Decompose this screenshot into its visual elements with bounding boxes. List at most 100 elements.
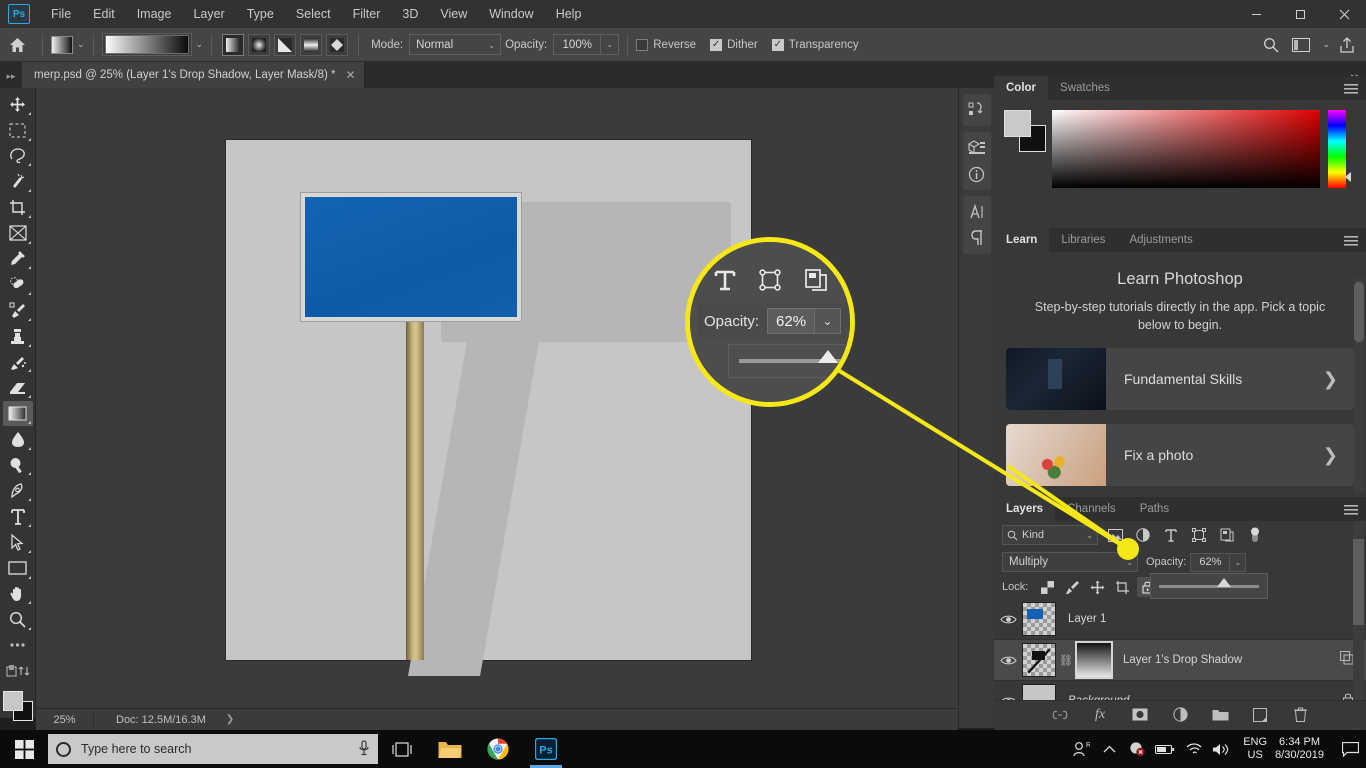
lock-transparent-pixels-icon[interactable]	[1037, 577, 1057, 597]
lock-position-icon[interactable]	[1087, 577, 1107, 597]
info-icon[interactable]	[964, 161, 990, 187]
layer-opacity-slider-popup[interactable]	[1150, 573, 1268, 599]
panel-menu-icon[interactable]	[1344, 503, 1358, 521]
share-icon[interactable]	[1334, 32, 1360, 58]
lasso-tool[interactable]	[3, 144, 33, 169]
tab-channels[interactable]: Channels	[1055, 497, 1128, 521]
menu-3d[interactable]: 3D	[391, 2, 429, 26]
learn-card-fix-a-photo[interactable]: Fix a photo ❯	[1006, 424, 1354, 486]
chevron-down-icon[interactable]: ⌄	[1322, 39, 1330, 50]
chevron-down-icon[interactable]: ⌄	[196, 39, 204, 50]
opacity-slider-knob[interactable]	[1217, 577, 1231, 587]
windows-start-icon[interactable]	[0, 730, 48, 768]
new-adjustment-layer-icon[interactable]	[1170, 705, 1190, 725]
menu-select[interactable]: Select	[285, 2, 342, 26]
opacity-chevron-down-icon[interactable]: ⌄	[601, 34, 620, 55]
layer-style-fx-icon[interactable]: fx	[1090, 705, 1110, 725]
opacity-slider-track[interactable]	[1159, 577, 1259, 588]
gradient-tool[interactable]	[2, 401, 33, 426]
healing-brush-tool[interactable]	[3, 272, 33, 297]
tab-adjustments[interactable]: Adjustments	[1117, 228, 1205, 252]
dodge-tool[interactable]	[3, 453, 33, 478]
search-icon[interactable]	[1258, 32, 1284, 58]
chevron-down-icon[interactable]: ⌄	[77, 39, 85, 50]
clone-stamp-tool[interactable]	[3, 324, 33, 349]
menu-help[interactable]: Help	[545, 2, 593, 26]
menu-view[interactable]: View	[429, 2, 478, 26]
panel-menu-icon[interactable]	[1344, 82, 1358, 100]
new-layer-icon[interactable]	[1250, 705, 1270, 725]
eye-icon[interactable]	[994, 655, 1022, 666]
menu-type[interactable]: Type	[236, 2, 285, 26]
people-icon[interactable]: R	[1067, 730, 1095, 768]
table-row[interactable]: ⛓ Layer 1's Drop Shadow	[994, 640, 1366, 681]
dropbox-icon[interactable]	[1123, 730, 1151, 768]
status-chevron-icon[interactable]: ❯	[226, 714, 234, 725]
lock-image-pixels-icon[interactable]	[1062, 577, 1082, 597]
microphone-icon[interactable]	[358, 739, 370, 759]
layer-thumbnail[interactable]	[1022, 643, 1056, 677]
home-icon[interactable]	[0, 37, 34, 53]
delete-layer-icon[interactable]	[1290, 705, 1310, 725]
artboard[interactable]	[226, 140, 751, 676]
history-icon[interactable]	[964, 97, 990, 123]
hand-tool[interactable]	[3, 582, 33, 607]
hue-slider[interactable]	[1328, 110, 1351, 188]
foreground-color-swatch[interactable]	[1004, 110, 1031, 137]
learn-card-fundamental-skills[interactable]: Fundamental Skills ❯	[1006, 348, 1354, 410]
tab-paths[interactable]: Paths	[1127, 497, 1182, 521]
layer-kind-filter[interactable]: Kind ⌄	[1002, 525, 1098, 545]
paragraph-icon[interactable]	[964, 225, 990, 251]
filter-toggle-icon[interactable]	[1244, 525, 1266, 545]
blend-mode-select[interactable]: Normal ⌄	[409, 34, 502, 55]
pen-tool[interactable]	[3, 478, 33, 503]
eye-icon[interactable]	[994, 614, 1022, 625]
photoshop-icon[interactable]: Ps	[522, 730, 570, 768]
eyedropper-tool[interactable]	[3, 247, 33, 272]
learn-scrollbar-thumb[interactable]	[1354, 282, 1364, 342]
angle-gradient-icon[interactable]	[274, 33, 297, 56]
link-icon[interactable]: ⛓	[1059, 654, 1073, 667]
crop-tool[interactable]	[3, 195, 33, 220]
path-selection-tool[interactable]	[3, 530, 33, 555]
menu-window[interactable]: Window	[478, 2, 544, 26]
lock-artboard-icon[interactable]	[1112, 577, 1132, 597]
linear-gradient-icon[interactable]	[222, 33, 245, 56]
radial-gradient-icon[interactable]	[248, 33, 271, 56]
dither-checkbox[interactable]: Dither	[710, 38, 758, 51]
gradient-swatch[interactable]	[51, 35, 73, 54]
properties-icon[interactable]	[964, 135, 990, 161]
layer-opacity-value[interactable]: 62%	[1190, 552, 1231, 572]
document-tab[interactable]: merp.psd @ 25% (Layer 1's Drop Shadow, L…	[22, 62, 365, 88]
menu-image[interactable]: Image	[126, 2, 183, 26]
close-icon[interactable]: ✕	[346, 68, 356, 82]
input-language[interactable]: ENG US	[1243, 736, 1267, 762]
workspace-icon[interactable]	[1288, 32, 1314, 58]
layers-scrollbar-thumb[interactable]	[1353, 539, 1364, 625]
blend-mode-select[interactable]: Multiply ⌄	[1002, 552, 1138, 572]
opacity-input[interactable]: 100%	[553, 34, 602, 55]
show-hidden-icons-chevron[interactable]	[1095, 730, 1123, 768]
layer-name[interactable]: Layer 1's Drop Shadow	[1123, 654, 1340, 666]
character-icon[interactable]	[964, 199, 990, 225]
rectangle-tool[interactable]	[3, 556, 33, 581]
panel-menu-icon[interactable]	[1344, 234, 1358, 252]
menu-filter[interactable]: Filter	[342, 2, 392, 26]
zoom-level[interactable]: 25%	[36, 713, 94, 726]
link-layers-icon[interactable]	[1050, 705, 1070, 725]
new-group-icon[interactable]	[1210, 705, 1230, 725]
eraser-tool[interactable]	[3, 375, 33, 400]
search-input[interactable]: Type here to search	[48, 734, 378, 764]
menu-file[interactable]: File	[40, 2, 82, 26]
tab-libraries[interactable]: Libraries	[1049, 228, 1118, 252]
reflected-gradient-icon[interactable]	[300, 33, 323, 56]
maximize-button[interactable]	[1278, 0, 1322, 28]
zoom-tool[interactable]	[3, 607, 33, 632]
add-mask-icon[interactable]	[1130, 705, 1150, 725]
battery-icon[interactable]	[1151, 730, 1179, 768]
smart-object-filter-icon[interactable]	[1216, 525, 1238, 545]
type-layer-filter-icon[interactable]	[1160, 525, 1182, 545]
menu-edit[interactable]: Edit	[82, 2, 126, 26]
history-brush-tool[interactable]	[3, 350, 33, 375]
diamond-gradient-icon[interactable]	[326, 33, 349, 56]
